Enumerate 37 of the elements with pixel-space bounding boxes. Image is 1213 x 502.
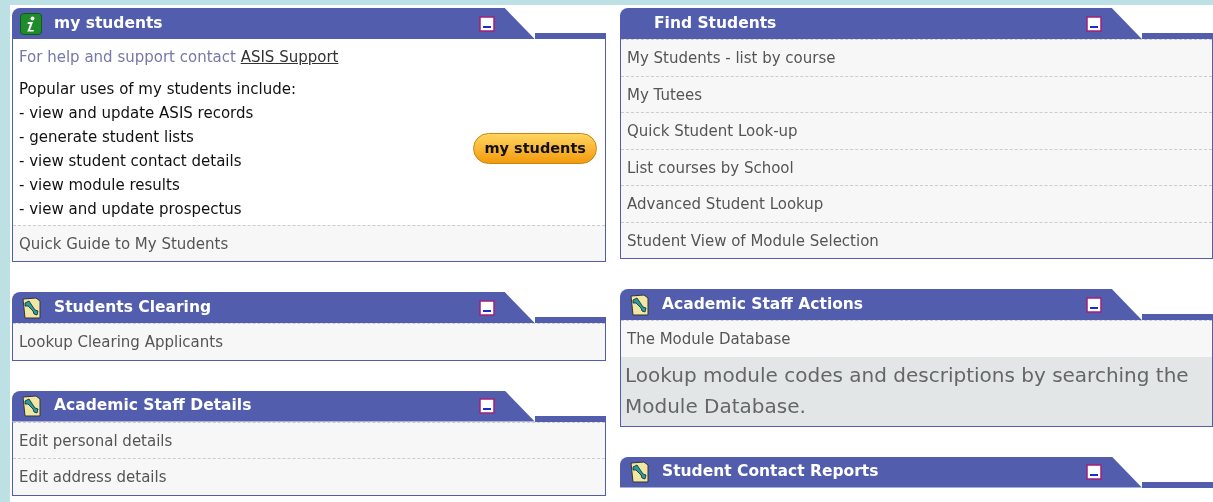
panel-title: Find Students: [654, 12, 777, 34]
minimize-icon[interactable]: [478, 15, 495, 32]
menu-link[interactable]: Quick Student Look-up: [621, 112, 1212, 149]
minimize-icon[interactable]: [478, 299, 495, 316]
panel-title: Academic Staff Details: [54, 395, 252, 417]
uses-item: - view and update ASIS records: [19, 102, 255, 124]
menu-link[interactable]: List courses by School: [621, 148, 1212, 185]
tools-icon: [628, 461, 650, 483]
info-icon: [20, 12, 42, 35]
tools-icon: [20, 296, 42, 319]
menu-link[interactable]: My Tutees: [621, 75, 1212, 112]
minimize-icon[interactable]: [1085, 15, 1102, 32]
panel-title: Student Contact Reports: [662, 461, 879, 483]
menu-link[interactable]: Student View of Module Selection: [621, 221, 1212, 258]
minimize-icon[interactable]: [1085, 464, 1102, 480]
minimize-icon[interactable]: [478, 398, 495, 414]
tools-icon: [20, 395, 42, 417]
uses-item: - generate student lists: [19, 126, 195, 148]
menu-link[interactable]: Lookup Clearing Applicants: [13, 323, 605, 360]
panel-title: Academic Staff Actions: [662, 293, 864, 315]
menu-link[interactable]: Advanced Student Lookup: [621, 185, 1212, 222]
my-students-button[interactable]: my students: [473, 132, 597, 165]
uses-item: - view student contact details: [19, 150, 243, 172]
support-link[interactable]: ASIS Support: [240, 48, 339, 66]
description-text: Lookup module codes and descriptions by searching the Module Database.: [621, 356, 1212, 426]
menu-link[interactable]: My Students - list by course: [621, 39, 1212, 76]
menu-link[interactable]: Edit address details: [13, 458, 605, 495]
menu-link[interactable]: Quick Guide to My Students: [13, 224, 605, 261]
panel-title: my students: [54, 12, 163, 34]
panel-title: Students Clearing: [54, 296, 212, 318]
menu-link[interactable]: Edit personal details: [13, 421, 605, 458]
tools-icon: [628, 293, 650, 316]
minimize-icon[interactable]: [1085, 296, 1102, 313]
uses-item: - view module results: [19, 174, 181, 196]
uses-heading: Popular uses of my students include:: [19, 78, 296, 100]
uses-item: - view and update prospectus: [19, 198, 243, 220]
menu-link[interactable]: The Module Database: [621, 320, 1212, 357]
